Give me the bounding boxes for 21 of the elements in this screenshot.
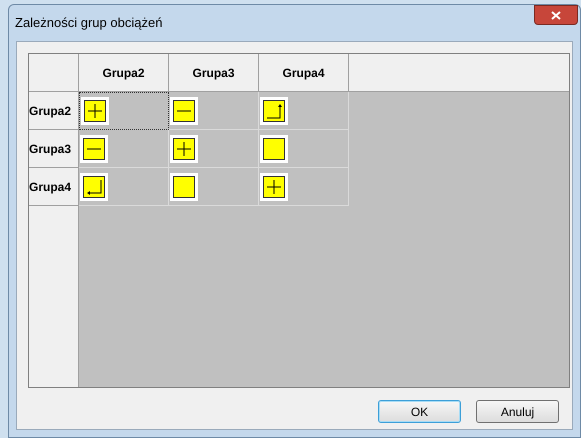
plus-icon <box>173 138 195 160</box>
dialog-button[interactable]: OK <box>378 400 461 423</box>
grid-cell[interactable] <box>79 92 169 130</box>
square-icon <box>263 138 285 160</box>
corner-arrow-down-icon <box>83 176 105 198</box>
minus-icon <box>83 138 105 160</box>
square-icon <box>173 176 195 198</box>
window-title: Zależności grup obciążeń <box>15 14 162 32</box>
minus-icon <box>173 100 195 122</box>
close-button[interactable] <box>534 5 578 25</box>
row-header[interactable]: Grupa2 <box>29 92 78 130</box>
column-header[interactable]: Grupa3 <box>169 54 259 92</box>
row-header[interactable]: Grupa4 <box>29 168 78 206</box>
plus-icon <box>263 176 285 198</box>
column-header[interactable]: Grupa2 <box>79 54 169 92</box>
close-icon <box>551 10 561 20</box>
corner-arrow-up-icon <box>263 100 285 122</box>
column-header[interactable]: Grupa4 <box>259 54 349 92</box>
row-header[interactable]: Grupa3 <box>29 130 78 168</box>
dialog-button[interactable]: Anuluj <box>476 400 559 423</box>
plus-icon <box>84 100 106 122</box>
